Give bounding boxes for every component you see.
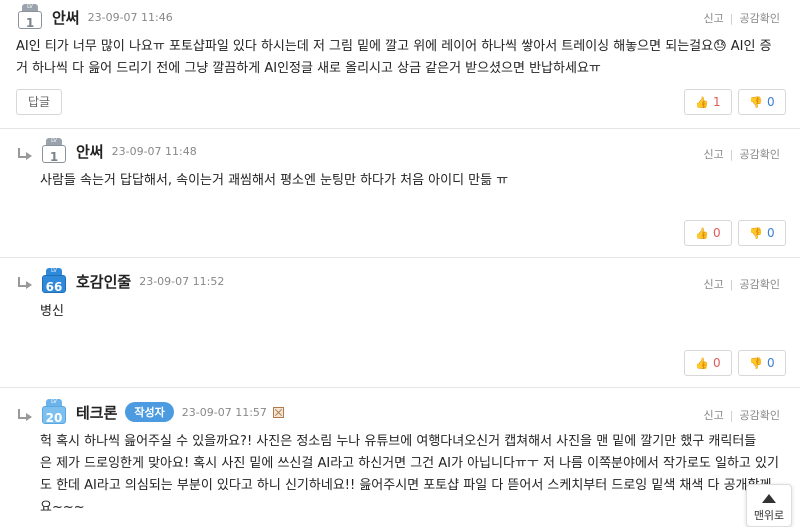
report-link[interactable]: 신고 [704,10,724,26]
block-icon[interactable] [272,406,284,418]
level-badge-icon: LV 1 [16,4,44,30]
report-link[interactable]: 신고 [704,276,724,292]
comment-date: 23-09-07 11:52 [139,274,225,288]
author-badge: 작성자 [125,402,174,422]
separator: | [729,11,734,25]
downvote-button[interactable]: 👎 0 [738,89,786,115]
reply-arrow-icon [16,277,34,289]
like-check-link[interactable]: 공감확인 [740,146,780,162]
divider [0,387,800,388]
upvote-button[interactable]: 👍 0 [684,220,732,246]
thumbs-up-icon: 👍 [695,226,710,240]
level-badge-icon: LV 1 [40,138,68,164]
upvote-button[interactable]: 👍 0 [684,350,732,376]
level-badge-icon: LV 66 [40,268,68,294]
separator: | [729,147,734,161]
comment-date: 23-09-07 11:57 [181,405,267,419]
downvote-button[interactable]: 👎 0 [738,220,786,246]
thumbs-down-icon: 👎 [749,356,764,370]
thumbs-down-icon: 👎 [749,226,764,240]
comment-date: 23-09-07 11:48 [111,144,197,158]
thumbs-up-icon: 👍 [695,356,710,370]
arrow-up-icon [762,494,776,503]
comment-author[interactable]: 테크론 [76,402,117,423]
separator: | [729,408,734,422]
downvote-button[interactable]: 👎 0 [738,350,786,376]
like-check-link[interactable]: 공감확인 [740,10,780,26]
comment-text: 헉 혹시 하나씩 읊어주실 수 있을까요?! 사진은 정소림 누나 유튜브에 여… [40,434,779,515]
separator: | [729,277,734,291]
comment-text: 병신 [40,304,64,319]
reply-arrow-icon [16,409,34,421]
comment-author[interactable]: 안써 [52,7,80,28]
comment-text: AI인 티가 너무 많이 나요ㅠ 포토샵파일 있다 하시는데 저 그림 밑에 깔… [16,39,772,76]
scroll-to-top-button[interactable]: 맨위로 [746,484,792,527]
divider [0,257,800,258]
like-check-link[interactable]: 공감확인 [740,276,780,292]
comment-author[interactable]: 안써 [76,141,104,162]
reply-button[interactable]: 답글 [16,89,62,115]
comment-text: 사람들 속는거 답답해서, 속이는거 괘씸해서 평소엔 눈팅만 하다가 처음 아… [40,173,509,188]
report-link[interactable]: 신고 [704,407,724,423]
level-badge-icon: LV 20 [40,399,68,425]
report-link[interactable]: 신고 [704,146,724,162]
like-check-link[interactable]: 공감확인 [740,407,780,423]
reply-arrow-icon [16,148,34,160]
scroll-to-top-label: 맨위로 [753,509,785,522]
comment-date: 23-09-07 11:46 [87,10,173,24]
comment-author[interactable]: 호감인줄 [76,271,131,292]
thumbs-down-icon: 👎 [749,95,764,109]
thumbs-up-icon: 👍 [695,95,710,109]
upvote-button[interactable]: 👍 1 [684,89,732,115]
divider [0,128,800,129]
